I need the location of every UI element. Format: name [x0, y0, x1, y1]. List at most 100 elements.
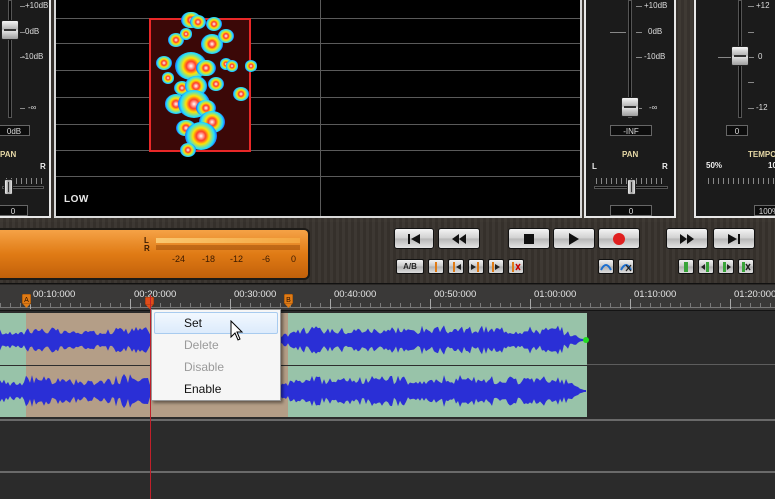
timeline-label: 00:20:000 [134, 289, 177, 300]
pitch-label-0: 0 [758, 52, 763, 61]
crossfade-off-icon [620, 263, 632, 271]
band-label: LOW [64, 194, 89, 205]
play-icon [569, 232, 579, 245]
meter-tick-minus12: -12 [230, 254, 244, 264]
skip-end-icon [728, 233, 740, 244]
right-db-label-plus10: +10dB [644, 1, 668, 10]
timeline-label: 00:30:000 [234, 289, 277, 300]
meter-tick-minus18: -18 [202, 254, 216, 264]
loop-start-marker-label: A [24, 297, 29, 304]
spectrum-display: LOW [54, 0, 582, 218]
meter-tick-minus6: -6 [262, 254, 271, 264]
loop-start-marker[interactable]: A [22, 294, 31, 308]
loop-end-marker-label: B [286, 297, 291, 304]
cue-delete-button[interactable] [738, 259, 754, 274]
fast-forward-button[interactable] [666, 228, 708, 249]
right-pan-left-label: L [592, 162, 597, 171]
cue-next-icon [723, 261, 731, 272]
pitch-value: 0 [726, 125, 748, 136]
crossfade-off-button[interactable] [618, 259, 634, 274]
right-db-label-0: 0dB [648, 27, 663, 36]
loop-end-marker[interactable]: B [284, 294, 293, 308]
pitch-fader[interactable] [731, 46, 749, 66]
db-label-inf: -∞ [28, 103, 37, 112]
left-pan-label: PAN [0, 150, 17, 159]
left-pan-value: 0 [0, 205, 28, 216]
stop-button[interactable] [508, 228, 550, 249]
cue-button[interactable] [678, 259, 694, 274]
right-channel-strip: +10dB 0dB -10dB -∞ -INF PAN L R 0 [584, 0, 676, 218]
left-volume-fader[interactable] [1, 20, 19, 40]
cue-icon [684, 261, 688, 272]
menu-item-delete: Delete [184, 338, 219, 352]
db-label-0: 0dB [25, 27, 40, 36]
cue-next-button[interactable] [718, 259, 734, 274]
play-button[interactable] [553, 228, 595, 249]
right-db-label-inf: -∞ [649, 103, 658, 112]
meter-bars [156, 238, 300, 252]
ab-loop-button[interactable]: A/B [396, 259, 424, 274]
pitch-label-minus12: -12 [756, 103, 768, 112]
transport-panel: L R -24 -18 -12 -6 0 A/B [0, 222, 775, 284]
timeline-label: 01:10:000 [634, 289, 677, 300]
right-db-label-minus10: -10dB [644, 52, 666, 61]
db-label-minus10: -10dB [22, 52, 44, 61]
context-menu: Set Delete Disable Enable [151, 309, 281, 401]
tempo-max-label: 10 [768, 161, 775, 170]
marker-a-button[interactable] [428, 259, 444, 274]
go-to-start-button[interactable] [394, 228, 434, 249]
stop-icon [524, 233, 534, 244]
tempo-value: 100% [754, 205, 775, 216]
timeline-label: 00:50:000 [434, 289, 477, 300]
db-label-plus10: +10dB [25, 1, 49, 10]
meter-tick-minus24: -24 [172, 254, 186, 264]
audio-editor-window: +10dB 0dB -10dB -∞ 0dB PAN R 0 LOW +10dB… [0, 0, 775, 499]
right-pan-value: 0 [610, 205, 652, 216]
marker-goto-button[interactable] [488, 259, 504, 274]
left-channel-strip: +10dB 0dB -10dB -∞ 0dB PAN R 0 [0, 0, 51, 218]
clip-end-handle[interactable] [583, 337, 589, 343]
tempo-strip: +12 0 -12 0 TEMPO 50% 10 100% [694, 0, 775, 218]
marker-next-button[interactable] [468, 259, 484, 274]
menu-item-enable[interactable]: Enable [154, 378, 278, 400]
marker-delete-button[interactable] [508, 259, 524, 274]
left-pan-slider[interactable] [4, 179, 13, 195]
marker-icon [435, 261, 437, 272]
timeline-label: 00:10:000 [33, 289, 76, 300]
rewind-icon [452, 233, 466, 244]
go-to-end-button[interactable] [713, 228, 755, 249]
marker-goto-icon [492, 261, 500, 272]
crossfade-icon [600, 263, 612, 270]
cue-prev-button[interactable] [698, 259, 714, 274]
crossfade-button[interactable] [598, 259, 614, 274]
marker-prev-button[interactable] [448, 259, 464, 274]
level-meter: L R -24 -18 -12 -6 0 [0, 228, 310, 280]
left-volume-track[interactable] [8, 0, 12, 118]
skip-start-icon [408, 233, 420, 244]
right-pan-right-label: R [662, 162, 668, 171]
timeline-label: 01:00:000 [534, 289, 577, 300]
timeline-ruler[interactable]: 00:10:000 00:20:000 00:30:000 00:40:000 … [0, 285, 775, 311]
mixer-panel: +10dB 0dB -10dB -∞ 0dB PAN R 0 LOW +10dB… [0, 0, 775, 222]
record-icon [613, 232, 625, 245]
tempo-label: TEMPO [748, 150, 775, 159]
tempo-min-label: 50% [706, 161, 723, 170]
menu-item-set[interactable]: Set [154, 312, 278, 334]
timeline-label: 00:40:000 [334, 289, 377, 300]
marker-prev-icon [453, 261, 461, 272]
marker-delete-icon [512, 261, 521, 272]
mouse-cursor-icon [230, 320, 244, 341]
right-pan-slider[interactable] [627, 179, 636, 195]
meter-tick-0: 0 [291, 254, 297, 264]
left-pan-right-label: R [40, 162, 46, 171]
timeline-label: 01:20:000 [734, 289, 775, 300]
cue-delete-icon [742, 261, 751, 272]
rewind-button[interactable] [438, 228, 480, 249]
menu-item-disable: Disable [184, 360, 225, 374]
track-area[interactable] [0, 311, 775, 499]
fast-forward-icon [680, 233, 694, 244]
right-volume-fader[interactable] [621, 97, 639, 117]
record-button[interactable] [598, 228, 640, 249]
cue-prev-icon [701, 261, 709, 272]
pitch-label-plus12: +12 [756, 1, 770, 10]
